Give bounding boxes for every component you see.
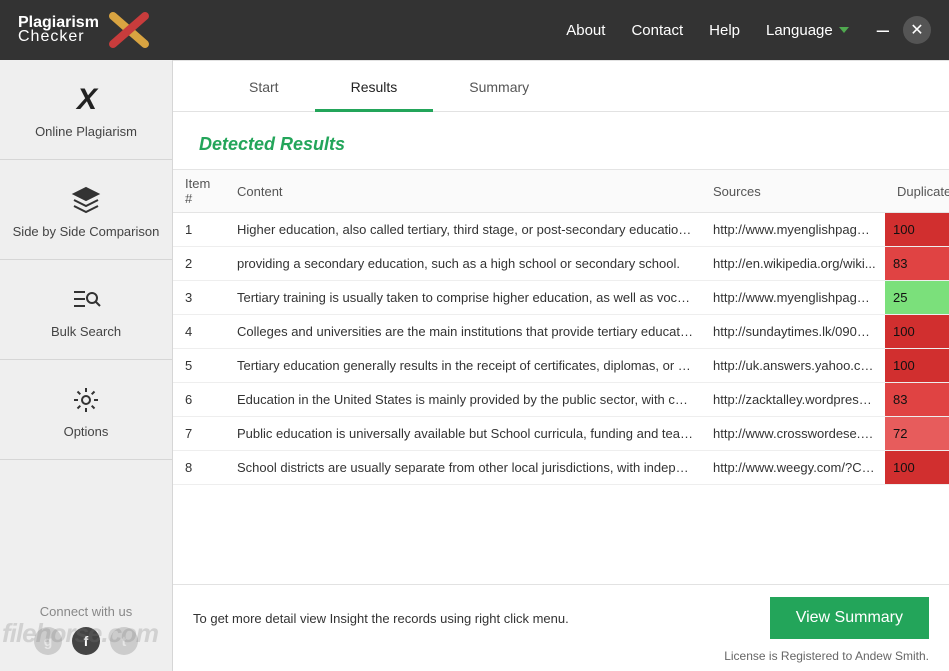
menu-contact[interactable]: Contact	[631, 22, 683, 39]
cell-source: http://en.wikipedia.org/wiki...	[701, 247, 885, 281]
window-controls: – ✕	[877, 16, 931, 44]
cell-duplicate: 100	[885, 315, 949, 349]
footer: To get more detail view Insight the reco…	[173, 584, 949, 671]
tab-bar: Start Results Summary	[173, 61, 949, 112]
col-item[interactable]: Item #	[173, 170, 225, 213]
tab-start[interactable]: Start	[213, 61, 315, 111]
cell-content: Higher education, also called tertiary, …	[225, 213, 701, 247]
cell-duplicate: 83	[885, 247, 949, 281]
minimize-button[interactable]: –	[877, 19, 889, 41]
table-row[interactable]: 6Education in the United States is mainl…	[173, 383, 949, 417]
cell-source: http://www.crosswordese.co...	[701, 417, 885, 451]
table-header-row: Item # Content Sources Duplicate	[173, 170, 949, 213]
sidebar-item-options[interactable]: Options	[0, 360, 172, 460]
cell-content: Colleges and universities are the main i…	[225, 315, 701, 349]
cell-source: http://uk.answers.yahoo.co...	[701, 349, 885, 383]
menu-language-label: Language	[766, 22, 833, 39]
menu-help[interactable]: Help	[709, 22, 740, 39]
col-content[interactable]: Content	[225, 170, 701, 213]
chevron-down-icon	[839, 27, 849, 33]
list-search-icon	[71, 285, 101, 315]
footer-hint: To get more detail view Insight the reco…	[193, 611, 569, 626]
table-row[interactable]: 3Tertiary training is usually taken to c…	[173, 281, 949, 315]
connect-label: Connect with us	[0, 604, 172, 619]
menu-about[interactable]: About	[566, 22, 605, 39]
cell-source: http://www.myenglishpages...	[701, 213, 885, 247]
cell-item: 4	[173, 315, 225, 349]
cell-item: 7	[173, 417, 225, 451]
cell-source: http://www.myenglishpages...	[701, 281, 885, 315]
cell-duplicate: 100	[885, 213, 949, 247]
table-row[interactable]: 7Public education is universally availab…	[173, 417, 949, 451]
main-panel: Start Results Summary Detected Results I…	[173, 60, 949, 671]
cell-duplicate: 72	[885, 417, 949, 451]
cell-item: 8	[173, 451, 225, 485]
cell-item: 2	[173, 247, 225, 281]
cell-content: Tertiary education generally results in …	[225, 349, 701, 383]
gear-icon	[71, 385, 101, 415]
table-row[interactable]: 5Tertiary education generally results in…	[173, 349, 949, 383]
cell-content: Public education is universally availabl…	[225, 417, 701, 451]
sidebar: X Online Plagiarism Side by Side Compari…	[0, 60, 173, 671]
tab-results[interactable]: Results	[315, 61, 434, 111]
sidebar-item-label: Bulk Search	[8, 324, 164, 339]
results-content: Detected Results Item # Content Sources …	[173, 112, 949, 584]
cell-source: http://sundaytimes.lk/09092...	[701, 315, 885, 349]
x-icon: X	[77, 83, 95, 117]
view-summary-button[interactable]: View Summary	[770, 597, 929, 639]
table-row[interactable]: 2providing a secondary education, such a…	[173, 247, 949, 281]
col-duplicate[interactable]: Duplicate	[885, 170, 949, 213]
cell-item: 6	[173, 383, 225, 417]
cell-duplicate: 25	[885, 281, 949, 315]
social-google-icon[interactable]: g	[34, 627, 62, 655]
app-logo: Plagiarism Checker	[18, 8, 151, 52]
sidebar-item-bulk-search[interactable]: Bulk Search	[0, 260, 172, 360]
tab-summary[interactable]: Summary	[433, 61, 565, 111]
cell-item: 1	[173, 213, 225, 247]
logo-text: Plagiarism Checker	[18, 15, 99, 45]
cell-item: 5	[173, 349, 225, 383]
cell-duplicate: 83	[885, 383, 949, 417]
table-row[interactable]: 4Colleges and universities are the main …	[173, 315, 949, 349]
results-table: Item # Content Sources Duplicate 1Higher…	[173, 169, 949, 485]
sidebar-item-side-by-side[interactable]: Side by Side Comparison	[0, 160, 172, 260]
table-row[interactable]: 8School districts are usually separate f…	[173, 451, 949, 485]
cell-content: Education in the United States is mainly…	[225, 383, 701, 417]
cell-source: http://www.weegy.com/?Co...	[701, 451, 885, 485]
sidebar-item-label: Options	[8, 424, 164, 439]
sidebar-item-online-plagiarism[interactable]: X Online Plagiarism	[0, 60, 172, 160]
logo-line2: Checker	[18, 29, 99, 45]
cell-content: School districts are usually separate fr…	[225, 451, 701, 485]
titlebar: Plagiarism Checker About Contact Help La…	[0, 0, 949, 60]
cell-source: http://zacktalley.wordpress.c...	[701, 383, 885, 417]
col-sources[interactable]: Sources	[701, 170, 885, 213]
top-menu: About Contact Help Language	[566, 22, 849, 39]
menu-language[interactable]: Language	[766, 22, 849, 39]
logo-x-icon	[107, 8, 151, 52]
close-button[interactable]: ✕	[903, 16, 931, 44]
social-twitter-icon[interactable]: t	[110, 627, 138, 655]
cell-duplicate: 100	[885, 349, 949, 383]
cell-content: providing a secondary education, such as…	[225, 247, 701, 281]
cell-duplicate: 100	[885, 451, 949, 485]
sidebar-item-label: Online Plagiarism	[8, 124, 164, 139]
section-title: Detected Results	[173, 112, 949, 169]
table-row[interactable]: 1Higher education, also called tertiary,…	[173, 213, 949, 247]
cell-item: 3	[173, 281, 225, 315]
connect-block: Connect with us g f t	[0, 592, 172, 671]
license-line: License is Registered to Andew Smith.	[193, 649, 929, 663]
cell-content: Tertiary training is usually taken to co…	[225, 281, 701, 315]
sidebar-item-label: Side by Side Comparison	[8, 224, 164, 239]
layers-icon	[71, 185, 101, 215]
social-facebook-icon[interactable]: f	[72, 627, 100, 655]
